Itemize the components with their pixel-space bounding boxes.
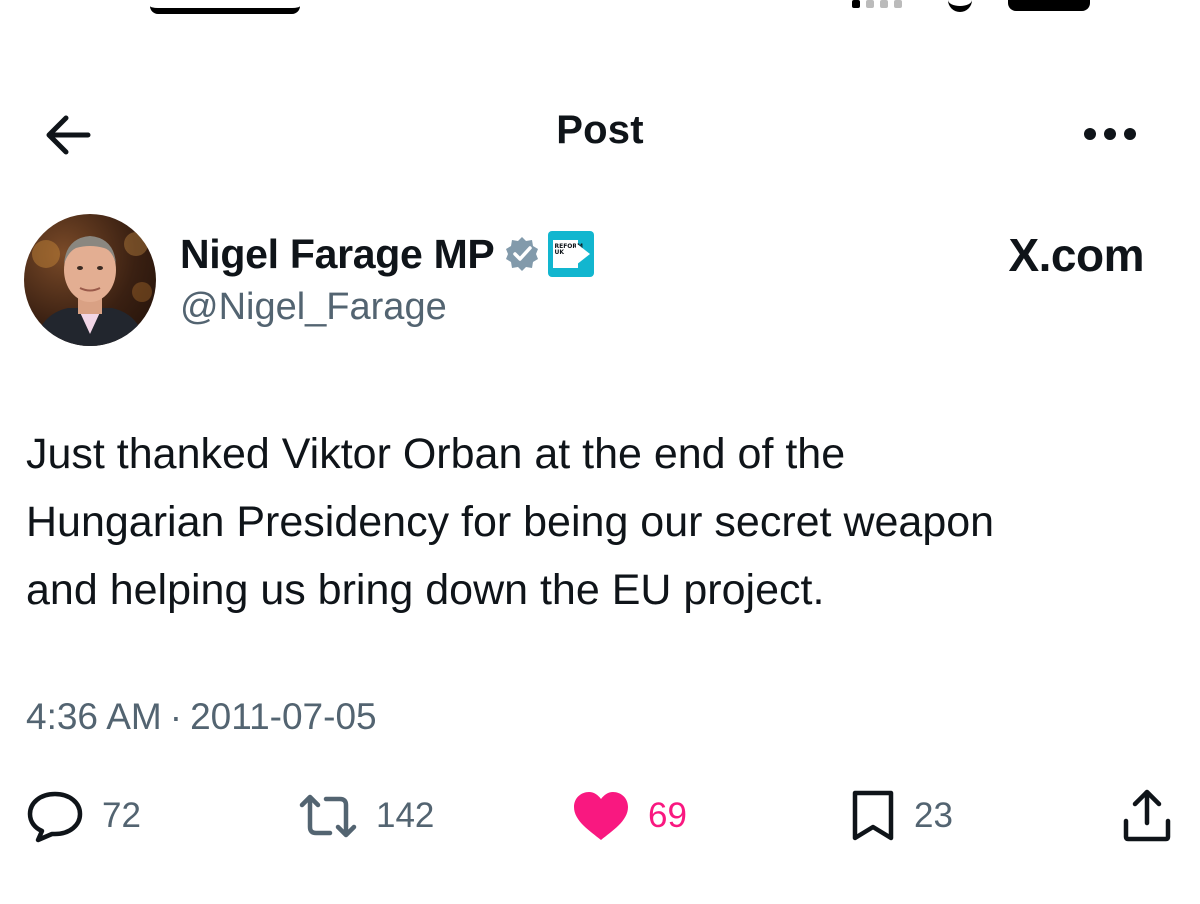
post-text: Just thanked Viktor Orban at the end of … xyxy=(26,430,995,614)
avatar[interactable] xyxy=(24,214,156,346)
meta-separator: · xyxy=(169,696,183,737)
post-time[interactable]: 4:36 AM xyxy=(26,696,162,738)
page-title: Post xyxy=(556,108,644,152)
reply-count: 72 xyxy=(102,796,141,835)
more-icon xyxy=(1084,128,1136,140)
back-arrow-icon xyxy=(46,115,91,155)
share-button[interactable] xyxy=(1122,786,1172,846)
verified-icon[interactable] xyxy=(504,236,540,272)
more-button[interactable] xyxy=(1080,114,1140,154)
author-name-row: Nigel Farage MP REFORM UK xyxy=(180,226,595,282)
affiliation-badge-text: REFORM UK xyxy=(553,240,583,268)
bookmark-button[interactable]: 23 xyxy=(850,786,953,846)
like-icon xyxy=(574,792,628,840)
battery-icon xyxy=(1008,0,1090,11)
back-button[interactable] xyxy=(38,110,98,160)
reply-icon xyxy=(27,791,83,843)
action-bar: 72 142 69 23 xyxy=(0,786,1200,846)
share-icon xyxy=(1123,789,1171,842)
signal-icon xyxy=(852,0,912,8)
post-meta: 4:36 AM · 2011-07-05 xyxy=(26,696,377,738)
author-handle[interactable]: @Nigel_Farage xyxy=(180,286,447,329)
like-count: 69 xyxy=(648,796,687,835)
post-header: Post xyxy=(0,100,1200,170)
affiliation-arrow-icon xyxy=(576,243,591,265)
repost-button[interactable]: 142 xyxy=(298,786,434,846)
like-button[interactable]: 69 xyxy=(572,786,687,846)
repost-count: 142 xyxy=(376,796,435,835)
status-bar xyxy=(0,0,1200,14)
watermark: X.com xyxy=(1008,229,1144,281)
repost-icon xyxy=(299,794,357,838)
bookmark-icon xyxy=(852,790,894,841)
wifi-icon xyxy=(948,0,972,12)
affiliation-badge[interactable]: REFORM UK xyxy=(548,231,595,277)
bookmark-count: 23 xyxy=(914,796,953,835)
author-name[interactable]: Nigel Farage MP xyxy=(180,231,495,278)
reply-button[interactable]: 72 xyxy=(26,786,141,846)
status-time xyxy=(150,0,300,14)
post-date[interactable]: 2011-07-05 xyxy=(190,696,377,738)
